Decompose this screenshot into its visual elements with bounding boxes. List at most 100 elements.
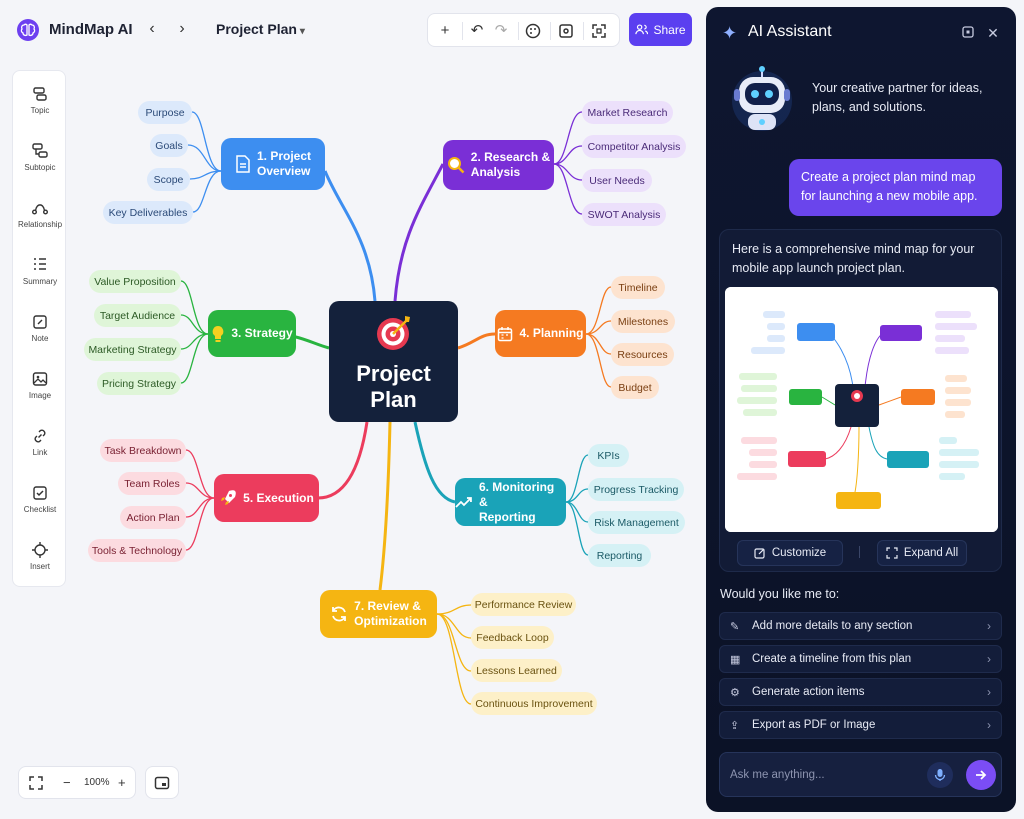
send-button[interactable] — [966, 760, 996, 790]
leaf-node[interactable]: Scope — [147, 168, 190, 191]
leaf-node[interactable]: Marketing Strategy — [84, 338, 181, 361]
leaf-node[interactable]: Team Roles — [118, 472, 186, 495]
pin-icon[interactable] — [960, 25, 976, 41]
zoom-level: 100% — [84, 777, 110, 788]
divider — [859, 546, 860, 558]
share-button[interactable]: Share — [629, 13, 692, 46]
back-chevron-icon[interactable]: ‹ — [142, 19, 162, 39]
chevron-right-icon: › — [987, 685, 991, 699]
focus-icon[interactable] — [556, 21, 576, 41]
leaf-node[interactable]: Milestones — [611, 310, 675, 333]
magnifier-icon — [447, 157, 465, 174]
central-topic[interactable]: Project Plan — [329, 301, 458, 422]
leaf-node[interactable]: Goals — [150, 134, 188, 157]
fit-icon[interactable] — [589, 21, 609, 41]
sparkle-icon: ✦ — [722, 23, 738, 43]
leaf-node[interactable]: User Needs — [582, 169, 652, 192]
branch-strategy[interactable]: 3. Strategy — [208, 310, 296, 357]
branch-planning[interactable]: 4. Planning — [495, 310, 586, 357]
suggestion-action-items[interactable]: ⚙ Generate action items › — [719, 678, 1002, 706]
leaf-node[interactable]: SWOT Analysis — [582, 203, 666, 226]
branch-label: Reporting — [478, 509, 536, 524]
suggestion-export[interactable]: ⇪ Export as PDF or Image › — [719, 711, 1002, 739]
fit-screen-icon[interactable] — [28, 775, 44, 791]
suggestion-add-details[interactable]: ✎ Add more details to any section › — [719, 612, 1002, 640]
connector-line — [436, 604, 472, 615]
microphone-button[interactable] — [927, 762, 953, 788]
branch-project-overview[interactable]: 1. Project Overview — [221, 138, 325, 190]
connector-line — [565, 454, 589, 503]
connector-line — [413, 421, 456, 504]
branch-execution[interactable]: 5. Execution — [214, 474, 319, 522]
leaf-node[interactable]: Pricing Strategy — [97, 372, 181, 395]
suggestion-label: Generate action items — [752, 686, 865, 698]
leaf-node[interactable]: Reporting — [588, 544, 651, 567]
leaf-node[interactable]: Key Deliverables — [103, 201, 193, 224]
close-icon[interactable]: ✕ — [985, 25, 1001, 41]
leaf-node[interactable]: Progress Tracking — [588, 478, 684, 501]
leaf-node[interactable]: Lessons Learned — [471, 659, 562, 682]
leaf-node[interactable]: Resources — [611, 343, 674, 366]
connector-line — [553, 111, 583, 165]
share-label: Share — [653, 22, 686, 37]
chevron-right-icon: › — [987, 619, 991, 633]
leaf-node[interactable]: Timeline — [611, 276, 665, 299]
leaf-node[interactable]: KPIs — [588, 444, 629, 467]
mindmap-canvas[interactable]: Project Plan 1. Project Overview Purpose … — [0, 58, 700, 819]
leaf-node[interactable]: Continuous Improvement — [471, 692, 597, 715]
document-title-dropdown[interactable]: Project Plan ▾ — [216, 21, 305, 37]
leaf-node[interactable]: Purpose — [138, 101, 192, 124]
forward-chevron-icon[interactable]: › — [172, 19, 192, 39]
connector-line — [585, 333, 612, 355]
zoom-out-icon[interactable]: − — [63, 775, 71, 790]
connector-line — [192, 170, 222, 213]
chat-input[interactable] — [730, 765, 910, 785]
redo-icon[interactable]: ↷ — [491, 21, 511, 41]
connector-line — [457, 332, 496, 350]
leaf-node[interactable]: Budget — [611, 376, 659, 399]
central-topic-line1: Project — [356, 361, 431, 386]
leaf-node[interactable]: Risk Management — [588, 511, 685, 534]
add-icon[interactable]: + — [435, 21, 455, 41]
calendar-icon — [498, 326, 513, 341]
leaf-node[interactable]: Value Proposition — [89, 270, 181, 293]
leaf-node[interactable]: Performance Review — [471, 593, 576, 616]
branch-review-optimization[interactable]: 7. Review & Optimization — [320, 590, 437, 638]
connector-line — [565, 501, 589, 523]
expand-all-button[interactable]: Expand All — [877, 540, 967, 566]
leaf-node[interactable]: Competitor Analysis — [582, 135, 686, 158]
branch-monitoring-reporting[interactable]: 6. Monitoring & Reporting — [455, 478, 566, 526]
connector-line — [191, 111, 222, 172]
mindmap-preview-image[interactable] — [725, 287, 998, 532]
leaf-node[interactable]: Action Plan — [120, 506, 186, 529]
send-icon — [976, 770, 987, 780]
assistant-intro: Your creative partner for ideas, plans, … — [812, 81, 983, 114]
branch-research-analysis[interactable]: 2. Research & Analysis — [443, 140, 554, 190]
branch-label: Overview — [256, 164, 311, 178]
connector-line — [180, 333, 209, 350]
palette-icon[interactable] — [523, 21, 543, 41]
branch-label: Analysis — [470, 165, 521, 179]
connector-line — [585, 286, 612, 335]
leaf-node[interactable]: Tools & Technology — [88, 539, 186, 562]
rocket-icon — [221, 490, 236, 505]
customize-button[interactable]: Customize — [737, 540, 843, 566]
zoom-controls: − 100% + — [18, 766, 136, 799]
document-icon — [236, 155, 250, 173]
suggestion-label: Export as PDF or Image — [752, 719, 876, 731]
follow-up-prompt: Would you like me to: — [720, 587, 840, 601]
leaf-node[interactable]: Target Audience — [94, 304, 181, 327]
branch-label: 6. Monitoring & — [478, 479, 555, 509]
branch-label: 1. Project — [256, 149, 312, 163]
suggestion-timeline[interactable]: ▦ Create a timeline from this plan › — [719, 645, 1002, 673]
leaf-node[interactable]: Market Research — [582, 101, 673, 124]
minimap-button[interactable] — [145, 766, 179, 799]
undo-icon[interactable]: ↶ — [467, 21, 487, 41]
user-message: Create a project plan mind map for launc… — [789, 159, 1002, 216]
zoom-in-icon[interactable]: + — [118, 775, 126, 790]
connector-line — [180, 333, 209, 384]
leaf-node[interactable]: Task Breakdown — [100, 439, 186, 462]
toolbar-divider — [518, 22, 519, 40]
leaf-node[interactable]: Feedback Loop — [471, 626, 554, 649]
assistant-response-card: Here is a comprehensive mind map for you… — [719, 229, 1002, 572]
